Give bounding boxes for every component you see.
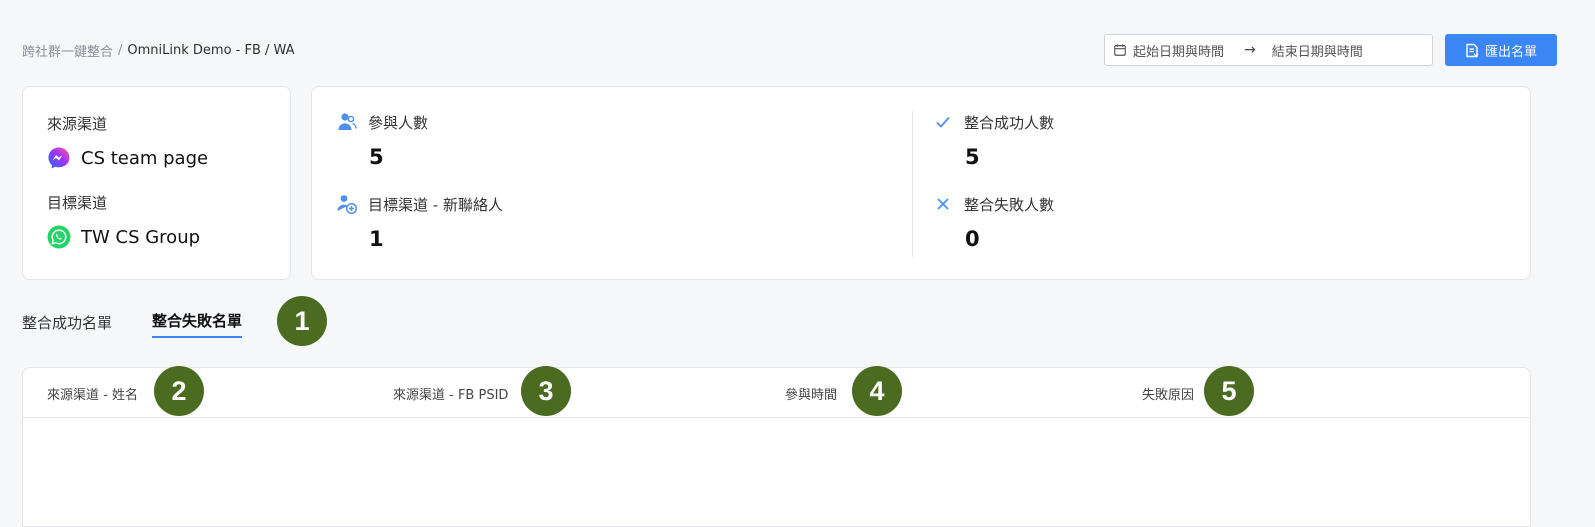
target-channel: TW CS Group: [47, 225, 266, 249]
tab-success-list[interactable]: 整合成功名單: [22, 312, 112, 338]
success-value: 5: [965, 145, 980, 169]
range-arrow-icon: →: [1244, 42, 1256, 58]
whatsapp-icon: [47, 225, 71, 249]
column-header-fail-reason[interactable]: 失敗原因: [1142, 384, 1194, 403]
stat-success: 整合成功人數 5: [932, 109, 1492, 171]
export-file-icon: [1466, 43, 1479, 57]
stats-card: 參與人數 5 目標渠道 - 新聯絡人 1 整合成功人數 5 整合失敗人數 0: [311, 86, 1531, 280]
breadcrumb-parent[interactable]: 跨社群一鍵整合: [22, 41, 113, 60]
failed-label: 整合失敗人數: [964, 195, 1055, 214]
start-date-input[interactable]: 起始日期與時間: [1133, 41, 1224, 60]
export-list-button[interactable]: 匯出名單: [1445, 34, 1557, 66]
tab-failed-list[interactable]: 整合失敗名單: [152, 310, 243, 338]
annotation-badge-5: 5: [1204, 366, 1254, 416]
column-header-source-name[interactable]: 來源渠道 - 姓名: [47, 384, 138, 403]
annotation-badge-4: 4: [852, 366, 902, 416]
channels-card: 來源渠道 CS team page 目標渠道 TW CS Group: [22, 86, 291, 280]
users-icon: [336, 111, 358, 133]
success-label: 整合成功人數: [964, 113, 1055, 132]
stat-participants: 參與人數 5: [336, 109, 896, 171]
breadcrumb: 跨社群一鍵整合 / OmniLink Demo - FB / WA: [22, 41, 295, 60]
breadcrumb-current: OmniLink Demo - FB / WA: [127, 42, 295, 58]
breadcrumb-separator: /: [118, 42, 123, 58]
list-tabs: 整合成功名單 整合失敗名單: [22, 310, 243, 338]
stats-divider: [912, 111, 913, 257]
stat-new-contacts: 目標渠道 - 新聯絡人 1: [336, 191, 896, 253]
column-header-join-time[interactable]: 參與時間: [785, 384, 837, 403]
stats-right-column: 整合成功人數 5 整合失敗人數 0: [932, 109, 1492, 273]
target-channel-label: 目標渠道: [47, 194, 108, 212]
annotation-badge-3: 3: [521, 366, 571, 416]
participants-label: 參與人數: [368, 113, 429, 132]
top-actions: 起始日期與時間 → 結束日期與時間 匯出名單: [1104, 34, 1557, 66]
source-channel: CS team page: [47, 146, 266, 170]
user-add-icon: [336, 193, 358, 215]
failed-list-table: 來源渠道 - 姓名 來源渠道 - FB PSID 參與時間 失敗原因: [22, 367, 1531, 527]
source-channel-label: 來源渠道: [47, 115, 108, 133]
new-contacts-value: 1: [369, 227, 384, 251]
date-range-picker[interactable]: 起始日期與時間 → 結束日期與時間: [1104, 34, 1433, 66]
table-header: 來源渠道 - 姓名 來源渠道 - FB PSID 參與時間 失敗原因: [23, 368, 1530, 418]
calendar-icon: [1114, 44, 1126, 56]
source-channel-name: CS team page: [81, 147, 209, 169]
annotation-badge-2: 2: [154, 366, 204, 416]
x-icon: [932, 193, 954, 215]
messenger-icon: [48, 147, 70, 169]
end-date-input[interactable]: 結束日期與時間: [1272, 41, 1363, 60]
annotation-badge-1: 1: [277, 296, 327, 346]
new-contacts-label: 目標渠道 - 新聯絡人: [368, 195, 503, 214]
column-header-fb-psid[interactable]: 來源渠道 - FB PSID: [393, 384, 508, 403]
participants-value: 5: [369, 145, 384, 169]
check-icon: [932, 111, 954, 133]
failed-value: 0: [965, 227, 980, 251]
top-bar: 跨社群一鍵整合 / OmniLink Demo - FB / WA 起始日期與時…: [22, 34, 1557, 66]
export-list-label: 匯出名單: [1484, 44, 1537, 60]
target-channel-name: TW CS Group: [81, 226, 201, 248]
stats-left-column: 參與人數 5 目標渠道 - 新聯絡人 1: [336, 109, 896, 273]
stat-failed: 整合失敗人數 0: [932, 191, 1492, 253]
